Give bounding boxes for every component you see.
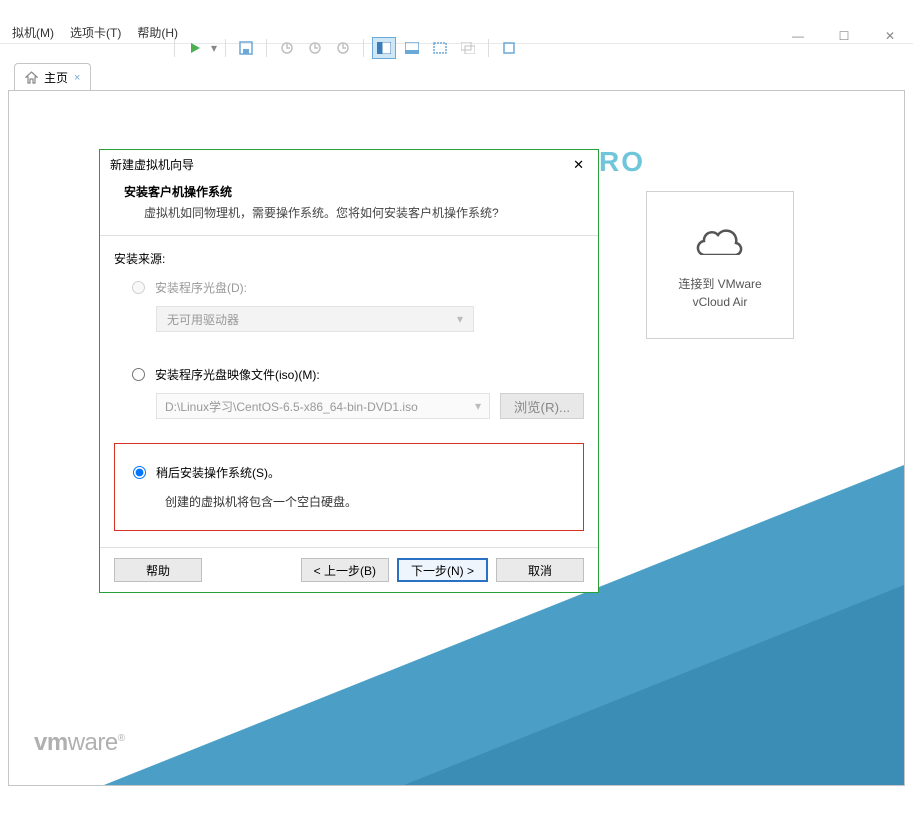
install-source-label: 安装来源: [114, 250, 584, 267]
install-later-desc: 创建的虚拟机将包含一个空白硬盘。 [129, 493, 569, 510]
dialog-header: 安装客户机操作系统 虚拟机如同物理机，需要操作系统。您将如何安装客户机操作系统? [100, 179, 598, 236]
dialog-close-button[interactable]: ✕ [569, 157, 588, 173]
radio-install-later[interactable]: 稍后安装操作系统(S)。 [129, 460, 569, 485]
toolbar-separator [488, 39, 489, 57]
library-icon[interactable] [497, 37, 521, 59]
tab-close-icon[interactable]: × [74, 72, 80, 84]
menu-vm[interactable]: 拟机(M) [4, 22, 62, 43]
dialog-header-desc: 虚拟机如同物理机，需要操作系统。您将如何安装客户机操作系统? [118, 204, 580, 221]
disk-icon[interactable] [234, 37, 258, 59]
toolbar-separator [225, 39, 226, 57]
dialog-footer: 帮助 < 上一步(B) 下一步(N) > 取消 [100, 547, 598, 592]
help-button[interactable]: 帮助 [114, 558, 202, 582]
snapshot-icon[interactable] [275, 37, 299, 59]
minimize-button[interactable]: — [775, 22, 821, 50]
dialog-titlebar: 新建虚拟机向导 ✕ [100, 150, 598, 179]
browse-button: 浏览(R)... [500, 393, 584, 419]
next-button[interactable]: 下一步(N) > [397, 558, 488, 582]
workstation-pro-suffix: RO [599, 146, 645, 178]
radio-install-later-label: 稍后安装操作系统(S)。 [156, 464, 280, 481]
toolbar-separator [174, 39, 175, 57]
decorative-triangle-2 [404, 585, 904, 785]
radio-installer-disc-label: 安装程序光盘(D): [155, 279, 247, 296]
window-close-button[interactable]: ✕ [867, 22, 913, 50]
snapshot-icon-3[interactable] [331, 37, 355, 59]
radio-iso-file-label: 安装程序光盘映像文件(iso)(M): [155, 366, 320, 383]
chevron-down-icon: ▾ [457, 312, 463, 326]
highlighted-option: 稍后安装操作系统(S)。 创建的虚拟机将包含一个空白硬盘。 [114, 443, 584, 531]
menu-tabs[interactable]: 选项卡(T) [62, 22, 129, 43]
back-button[interactable]: < 上一步(B) [301, 558, 389, 582]
vmware-logo: vmware® [34, 729, 125, 757]
view-split-icon[interactable] [372, 37, 396, 59]
snapshot-icon-2[interactable] [303, 37, 327, 59]
cancel-button[interactable]: 取消 [496, 558, 584, 582]
chevron-down-icon: ▾ [475, 399, 481, 413]
home-icon [25, 71, 38, 84]
fullscreen-icon[interactable] [428, 37, 452, 59]
tab-label: 主页 [44, 69, 68, 86]
toolbar-separator [363, 39, 364, 57]
drive-dropdown: 无可用驱动器 ▾ [156, 306, 474, 332]
unity-icon[interactable] [456, 37, 480, 59]
cloud-icon [692, 219, 748, 255]
radio-installer-disc: 安装程序光盘(D): [114, 275, 584, 300]
menu-help[interactable]: 帮助(H) [129, 22, 186, 43]
tabstrip: 主页 × [0, 62, 913, 90]
dialog-body: 安装来源: 安装程序光盘(D): 无可用驱动器 ▾ 安装程序光盘映像文件(iso… [100, 236, 598, 547]
drive-dropdown-text: 无可用驱动器 [167, 311, 239, 328]
new-vm-wizard-dialog: 新建虚拟机向导 ✕ 安装客户机操作系统 虚拟机如同物理机，需要操作系统。您将如何… [99, 149, 599, 593]
dialog-title: 新建虚拟机向导 [110, 156, 194, 173]
radio-install-later-input[interactable] [133, 466, 146, 479]
window-controls: — ☐ ✕ [775, 22, 913, 50]
radio-installer-disc-input [132, 281, 145, 294]
tab-home[interactable]: 主页 × [14, 63, 91, 91]
radio-iso-file[interactable]: 安装程序光盘映像文件(iso)(M): [114, 362, 584, 387]
tile-label: 连接到 VMware vCloud Air [678, 275, 761, 311]
iso-path-text: D:\Linux学习\CentOS-6.5-x86_64-bin-DVD1.is… [165, 398, 418, 415]
radio-iso-file-input[interactable] [132, 368, 145, 381]
play-icon[interactable] [183, 37, 207, 59]
iso-path-input: D:\Linux学习\CentOS-6.5-x86_64-bin-DVD1.is… [156, 393, 490, 419]
view-console-icon[interactable] [400, 37, 424, 59]
dialog-header-title: 安装客户机操作系统 [118, 183, 580, 200]
maximize-button[interactable]: ☐ [821, 22, 867, 50]
toolbar-separator [266, 39, 267, 57]
tile-vcloud-air[interactable]: 连接到 VMware vCloud Air [646, 191, 794, 339]
